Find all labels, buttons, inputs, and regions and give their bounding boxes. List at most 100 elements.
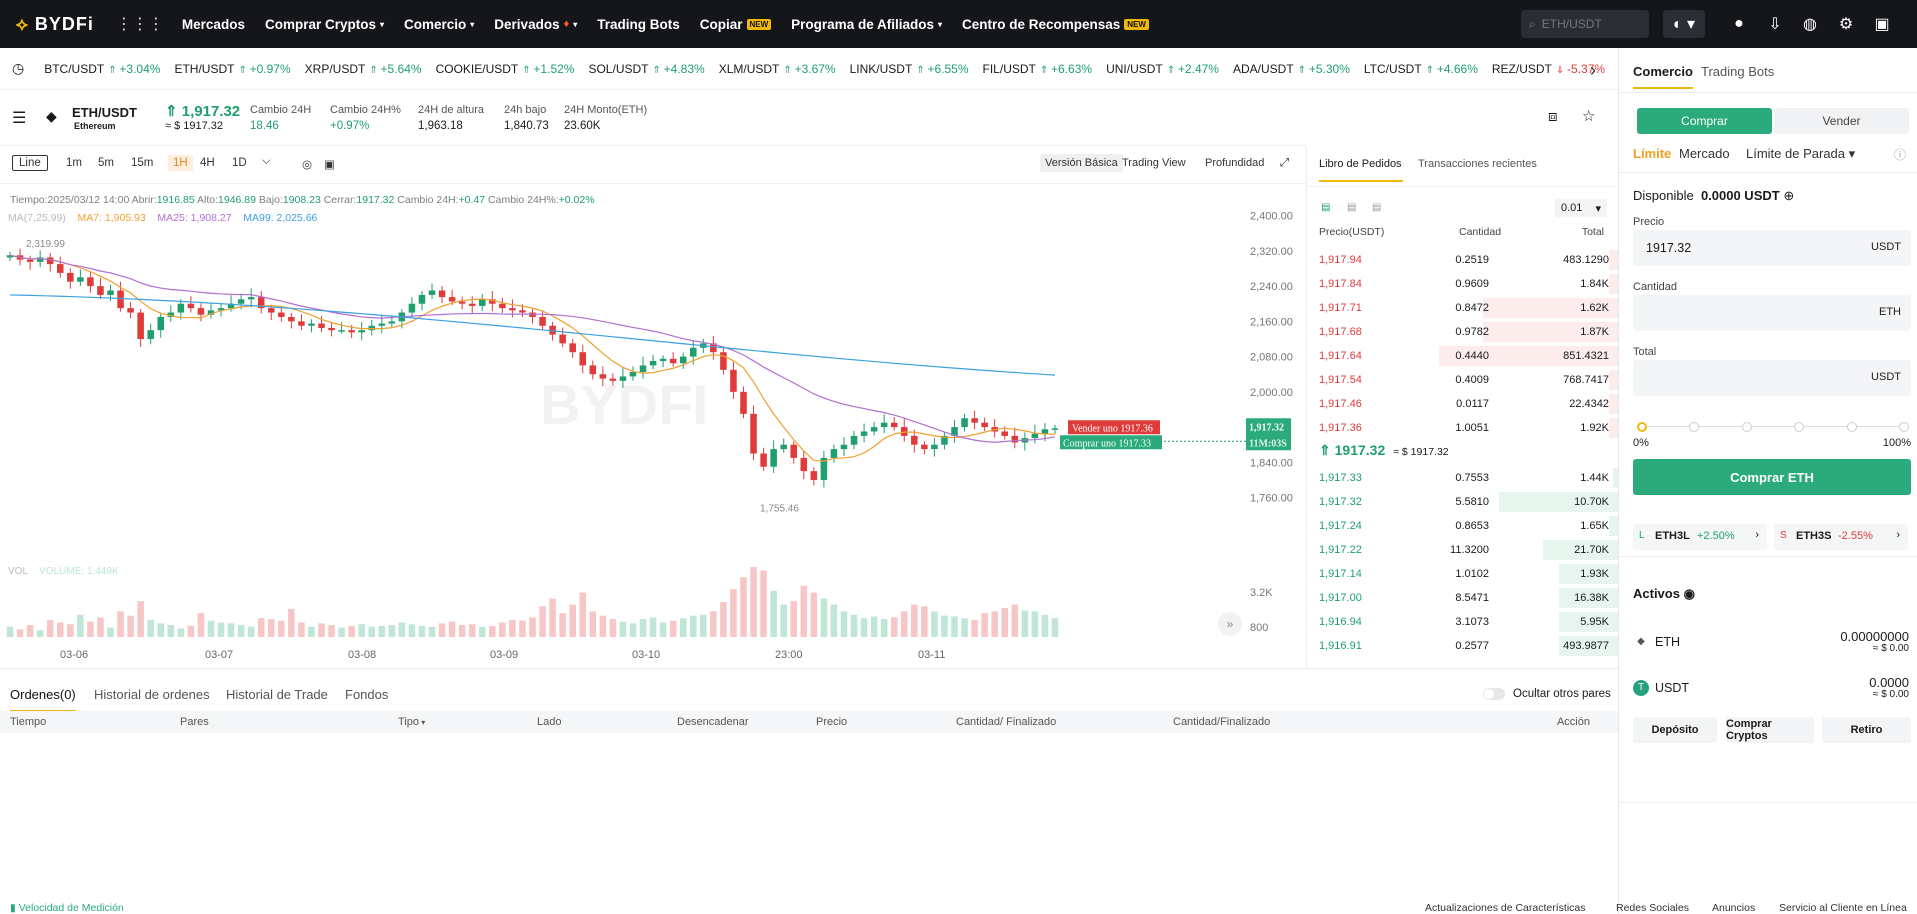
- logo[interactable]: ⟡ BYDFi: [16, 14, 94, 35]
- scroll-right-icon[interactable]: »: [1218, 612, 1242, 636]
- nav-item-4[interactable]: Trading Bots: [597, 17, 680, 32]
- globe-icon[interactable]: ◍: [1800, 14, 1820, 34]
- footer-link-0[interactable]: Actualizaciones de Características: [1425, 902, 1586, 914]
- view-basic-button[interactable]: Versión Básica: [1040, 154, 1123, 172]
- ticker-item[interactable]: LTC/USDT ⇑ +4.66%: [1364, 62, 1478, 76]
- orderbook-row[interactable]: 1,917.94 0.2519 483.1290: [1307, 248, 1619, 272]
- interval-5m[interactable]: 5m: [98, 157, 114, 169]
- ticker-item[interactable]: UNI/USDT ⇑ +2.47%: [1106, 62, 1219, 76]
- price-input[interactable]: 1917.32 USDT: [1633, 230, 1911, 266]
- orders-tab-3[interactable]: Fondos: [345, 687, 388, 702]
- orderbook-row[interactable]: 1,917.36 1.0051 1.92K: [1307, 416, 1619, 440]
- ticker-item[interactable]: COOKIE/USDT ⇑ +1.52%: [436, 62, 575, 76]
- eye-icon[interactable]: ◉: [1684, 586, 1695, 601]
- orderbook-row[interactable]: 1,917.00 8.5471 16.38K: [1307, 586, 1619, 610]
- orderbook-row[interactable]: 1,917.64 0.4440 851.4321: [1307, 344, 1619, 368]
- orders-column-header[interactable]: Tipo ▾: [398, 716, 425, 728]
- order-type-limit[interactable]: Límite: [1633, 146, 1671, 161]
- tab-recent-trades[interactable]: Transacciones recientes: [1418, 158, 1537, 170]
- settings-icon[interactable]: ⚙: [1836, 14, 1856, 34]
- precision-select[interactable]: 0.01 ▾: [1555, 199, 1607, 217]
- slider-dot[interactable]: [1899, 422, 1909, 432]
- ticker-next-icon[interactable]: ›: [1590, 60, 1596, 81]
- interval-15m[interactable]: 15m: [131, 157, 153, 169]
- orders-tab-2[interactable]: Historial de Trade: [226, 687, 328, 702]
- leveraged-token-ETH3S[interactable]: S ETH3S -2.55% ›: [1774, 524, 1908, 550]
- settings-circle-icon[interactable]: ◎: [302, 157, 312, 171]
- pair-name[interactable]: ETH/USDT: [72, 105, 137, 120]
- nav-item-1[interactable]: Comprar Cryptos ▾: [265, 17, 384, 32]
- ticker-item[interactable]: LINK/USDT ⇑ +6.55%: [850, 62, 969, 76]
- orderbook-row[interactable]: 1,916.91 0.2577 493.9877: [1307, 634, 1619, 658]
- orderbook-row[interactable]: 1,917.24 0.8653 1.65K: [1307, 514, 1619, 538]
- nav-item-7[interactable]: Centro de Recompensas NEW: [962, 17, 1149, 32]
- view-bids-icon[interactable]: ▤: [1347, 202, 1356, 213]
- orderbook-row[interactable]: 1,917.68 0.9782 1.87K: [1307, 320, 1619, 344]
- price-chart[interactable]: Tiempo:2025/03/12 14:00 Abrir:1916.85 Al…: [0, 184, 1306, 668]
- orderbook-row[interactable]: 1,917.54 0.4009 768.7417: [1307, 368, 1619, 392]
- slider-dot[interactable]: [1637, 422, 1647, 432]
- orderbook-row[interactable]: 1,917.22 11.3200 21.70K: [1307, 538, 1619, 562]
- orderbook-row[interactable]: 1,917.46 0.0117 22.4342: [1307, 392, 1619, 416]
- orderbook-row[interactable]: 1,917.71 0.8472 1.62K: [1307, 296, 1619, 320]
- search-input[interactable]: ⌕ ETH/USDT: [1521, 10, 1649, 38]
- orderbook-row[interactable]: 1,917.32 5.5810 10.70K: [1307, 490, 1619, 514]
- apps-grid-icon[interactable]: ⋮⋮⋮: [116, 14, 164, 34]
- ticker-item[interactable]: SOL/USDT ⇑ +4.83%: [588, 62, 704, 76]
- footer-link-3[interactable]: Servicio al Cliente en Línea: [1779, 902, 1907, 914]
- total-input[interactable]: USDT: [1633, 360, 1911, 396]
- tab-trading-bots[interactable]: Trading Bots: [1701, 64, 1774, 79]
- depth-button[interactable]: Profundidad: [1205, 157, 1264, 169]
- ticker-item[interactable]: BTC/USDT ⇑ +3.04%: [44, 62, 160, 76]
- sell-toggle-button[interactable]: Vender: [1774, 108, 1909, 134]
- interval-4H[interactable]: 4H: [200, 157, 215, 169]
- interval-1D[interactable]: 1D: [232, 157, 247, 169]
- amount-slider[interactable]: [1637, 422, 1909, 432]
- view-tradingview-button[interactable]: Trading View: [1122, 157, 1186, 169]
- footer-link-1[interactable]: Redes Sociales: [1616, 902, 1689, 914]
- orderbook-row[interactable]: 1,917.14 1.0102 1.93K: [1307, 562, 1619, 586]
- asset-action-1[interactable]: Comprar Cryptos: [1726, 717, 1814, 743]
- fullscreen-icon[interactable]: ⤢: [1280, 157, 1289, 170]
- view-both-icon[interactable]: ▤: [1321, 202, 1330, 213]
- hide-pairs-toggle[interactable]: [1483, 688, 1505, 700]
- leveraged-token-ETH3L[interactable]: L ETH3L +2.50% ›: [1633, 524, 1767, 550]
- slider-dot[interactable]: [1846, 422, 1857, 432]
- asset-action-2[interactable]: Retiro: [1822, 717, 1911, 743]
- ticker-item[interactable]: ADA/USDT ⇑ +5.30%: [1233, 62, 1350, 76]
- favorite-icon[interactable]: ☆: [1582, 107, 1595, 125]
- orderbook-row[interactable]: 1,916.94 3.1073 5.95K: [1307, 610, 1619, 634]
- order-type-market[interactable]: Mercado: [1679, 146, 1730, 161]
- tab-trade[interactable]: Comercio: [1633, 64, 1693, 89]
- help-icon[interactable]: ⓘ: [1894, 146, 1906, 163]
- ticker-item[interactable]: FIL/USDT ⇑ +6.63%: [983, 62, 1093, 76]
- academy-icon[interactable]: ⧈: [1548, 108, 1558, 125]
- nav-item-2[interactable]: Comercio ▾: [404, 17, 474, 32]
- ticker-item[interactable]: REZ/USDT ⇓ -5.37%: [1492, 62, 1605, 76]
- slider-dot[interactable]: [1794, 422, 1805, 432]
- nav-item-6[interactable]: Programa de Afiliados ▾: [791, 17, 942, 32]
- qty-input[interactable]: ETH: [1633, 295, 1911, 331]
- wallet-icon[interactable]: ◐ ▾: [1663, 10, 1705, 38]
- buy-eth-button[interactable]: Comprar ETH: [1633, 459, 1911, 495]
- gift-icon[interactable]: ▣: [1872, 14, 1892, 34]
- nav-item-3[interactable]: Derivados ♦ ▾: [494, 17, 577, 32]
- add-funds-icon[interactable]: ⊕: [1783, 188, 1794, 203]
- interval-Line[interactable]: Line: [12, 155, 48, 171]
- buy-toggle-button[interactable]: Comprar: [1637, 108, 1772, 134]
- ticker-item[interactable]: XLM/USDT ⇑ +3.67%: [719, 62, 836, 76]
- interval-1m[interactable]: 1m: [66, 157, 82, 169]
- order-type-stop[interactable]: Límite de Parada ▾: [1746, 146, 1855, 162]
- ticker-item[interactable]: ETH/USDT ⇑ +0.97%: [174, 62, 290, 76]
- camera-icon[interactable]: ▣: [324, 157, 335, 171]
- asset-action-0[interactable]: Depósito: [1633, 717, 1717, 743]
- indicator-icon[interactable]: ⌵: [262, 155, 271, 168]
- orders-tab-1[interactable]: Historial de ordenes: [94, 687, 210, 702]
- speed-test-link[interactable]: ▮ Velocidad de Medición: [10, 902, 124, 914]
- nav-item-5[interactable]: Copiar NEW: [700, 17, 772, 32]
- view-asks-icon[interactable]: ▤: [1372, 202, 1381, 213]
- nav-item-0[interactable]: Mercados: [182, 17, 245, 32]
- orderbook-row[interactable]: 1,917.33 0.7553 1.44K: [1307, 466, 1619, 490]
- tab-order-book[interactable]: Libro de Pedidos: [1319, 158, 1403, 182]
- account-icon[interactable]: ●: [1729, 14, 1749, 34]
